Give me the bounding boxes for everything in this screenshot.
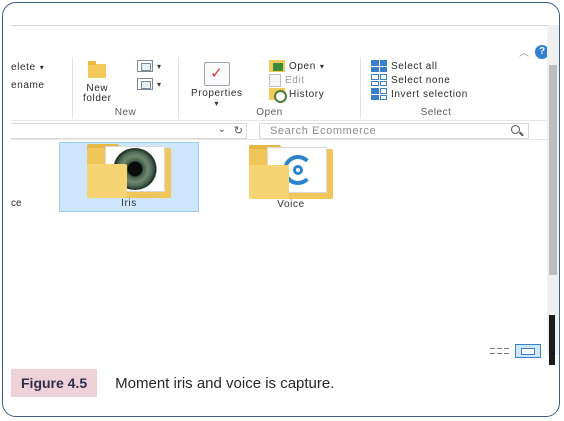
vertical-scrollbar[interactable] bbox=[547, 25, 559, 355]
details-view-icon[interactable] bbox=[490, 346, 512, 356]
delete-button[interactable]: elete ▾ bbox=[11, 62, 44, 73]
invert-selection-button[interactable]: Invert selection bbox=[371, 88, 468, 100]
new-item-button[interactable]: ▾ bbox=[137, 60, 162, 72]
invert-selection-label: Invert selection bbox=[391, 88, 468, 100]
address-bar: ⌄ ↻ Search Ecommerce bbox=[11, 120, 549, 140]
rename-label: ename bbox=[11, 80, 45, 91]
background-window-edge bbox=[549, 315, 555, 365]
folder-item-iris[interactable]: Iris bbox=[59, 142, 199, 212]
select-none-label: Select none bbox=[391, 74, 451, 86]
new-item-icon bbox=[137, 60, 153, 72]
chevron-down-icon: ▾ bbox=[157, 79, 162, 89]
easy-access-icon bbox=[137, 78, 153, 90]
figure-caption: Figure 4.5 Moment iris and voice is capt… bbox=[11, 369, 334, 397]
properties-icon: ✓ bbox=[203, 62, 230, 86]
chevron-down-icon[interactable]: ⌄ bbox=[218, 124, 226, 135]
select-all-button[interactable]: Select all bbox=[371, 60, 438, 72]
new-folder-icon bbox=[88, 61, 107, 78]
ribbon-group-select: Select all Select none Invert selection … bbox=[361, 58, 511, 118]
ribbon-top-right: ︿ ? bbox=[519, 44, 549, 59]
rename-button[interactable]: ename bbox=[11, 80, 45, 91]
partial-item-label[interactable]: ce bbox=[11, 198, 22, 209]
search-placeholder: Search Ecommerce bbox=[270, 125, 377, 137]
chevron-down-icon: ▾ bbox=[319, 61, 325, 71]
chevron-down-icon: ▾ bbox=[157, 61, 162, 71]
ribbon-group-label-open: Open bbox=[256, 107, 283, 118]
ribbon: ︿ ? elete ▾ ename New folder ▾ ▾ New ✓ P… bbox=[11, 32, 549, 118]
ribbon-group-open: ✓ Properties ▾ Open ▾ Edit History Open bbox=[179, 58, 361, 118]
figure-caption-text: Moment iris and voice is capture. bbox=[115, 374, 335, 392]
select-none-button[interactable]: Select none bbox=[371, 74, 450, 86]
properties-button[interactable]: ✓ Properties ▾ bbox=[191, 62, 243, 109]
file-explorer-window: ✕ ︿ ? elete ▾ ename New bbox=[11, 25, 549, 363]
edit-button[interactable]: Edit bbox=[269, 74, 305, 87]
new-folder-button[interactable]: New folder bbox=[83, 61, 112, 104]
collapse-ribbon-icon[interactable]: ︿ bbox=[519, 44, 529, 59]
history-button[interactable]: History bbox=[269, 88, 325, 103]
figure-label: Figure 4.5 bbox=[11, 369, 98, 397]
folder-icon bbox=[249, 145, 333, 199]
history-label: History bbox=[289, 88, 325, 100]
chevron-down-icon: ▾ bbox=[39, 63, 45, 72]
open-button[interactable]: Open ▾ bbox=[269, 60, 325, 72]
scrollbar-thumb[interactable] bbox=[549, 65, 557, 275]
search-icon[interactable] bbox=[511, 125, 520, 134]
delete-label: elete bbox=[11, 62, 36, 73]
edit-label: Edit bbox=[285, 75, 305, 86]
open-icon bbox=[269, 60, 285, 72]
properties-label: Properties bbox=[191, 88, 243, 99]
select-none-icon bbox=[371, 74, 387, 86]
ribbon-group-new: New folder ▾ ▾ New bbox=[73, 58, 179, 118]
folder-item-label: Voice bbox=[277, 199, 305, 210]
ribbon-group-label-new: New bbox=[114, 107, 137, 118]
invert-selection-icon bbox=[371, 88, 387, 100]
figure-frame: ✕ ︿ ? elete ▾ ename New bbox=[2, 2, 560, 417]
new-folder-label-line2: folder bbox=[83, 93, 112, 104]
folder-item-voice[interactable]: Voice bbox=[221, 142, 361, 212]
large-icons-view-icon[interactable] bbox=[515, 344, 541, 358]
file-list: ce Iris Voice bbox=[11, 142, 549, 363]
ribbon-group-organize: elete ▾ ename bbox=[11, 58, 73, 118]
refresh-icon[interactable]: ↻ bbox=[234, 124, 243, 137]
folder-item-label: Iris bbox=[121, 198, 137, 209]
view-toggles bbox=[490, 344, 541, 358]
address-input[interactable]: ⌄ ↻ bbox=[11, 123, 247, 139]
open-label: Open bbox=[289, 60, 316, 72]
easy-access-button[interactable]: ▾ bbox=[137, 78, 162, 90]
select-all-icon bbox=[371, 60, 387, 72]
edit-icon bbox=[269, 74, 281, 87]
folder-icon bbox=[87, 144, 171, 198]
history-icon bbox=[269, 88, 287, 103]
ribbon-group-label-select: Select bbox=[420, 107, 452, 118]
select-all-label: Select all bbox=[391, 60, 438, 72]
search-input[interactable]: Search Ecommerce bbox=[259, 123, 529, 139]
